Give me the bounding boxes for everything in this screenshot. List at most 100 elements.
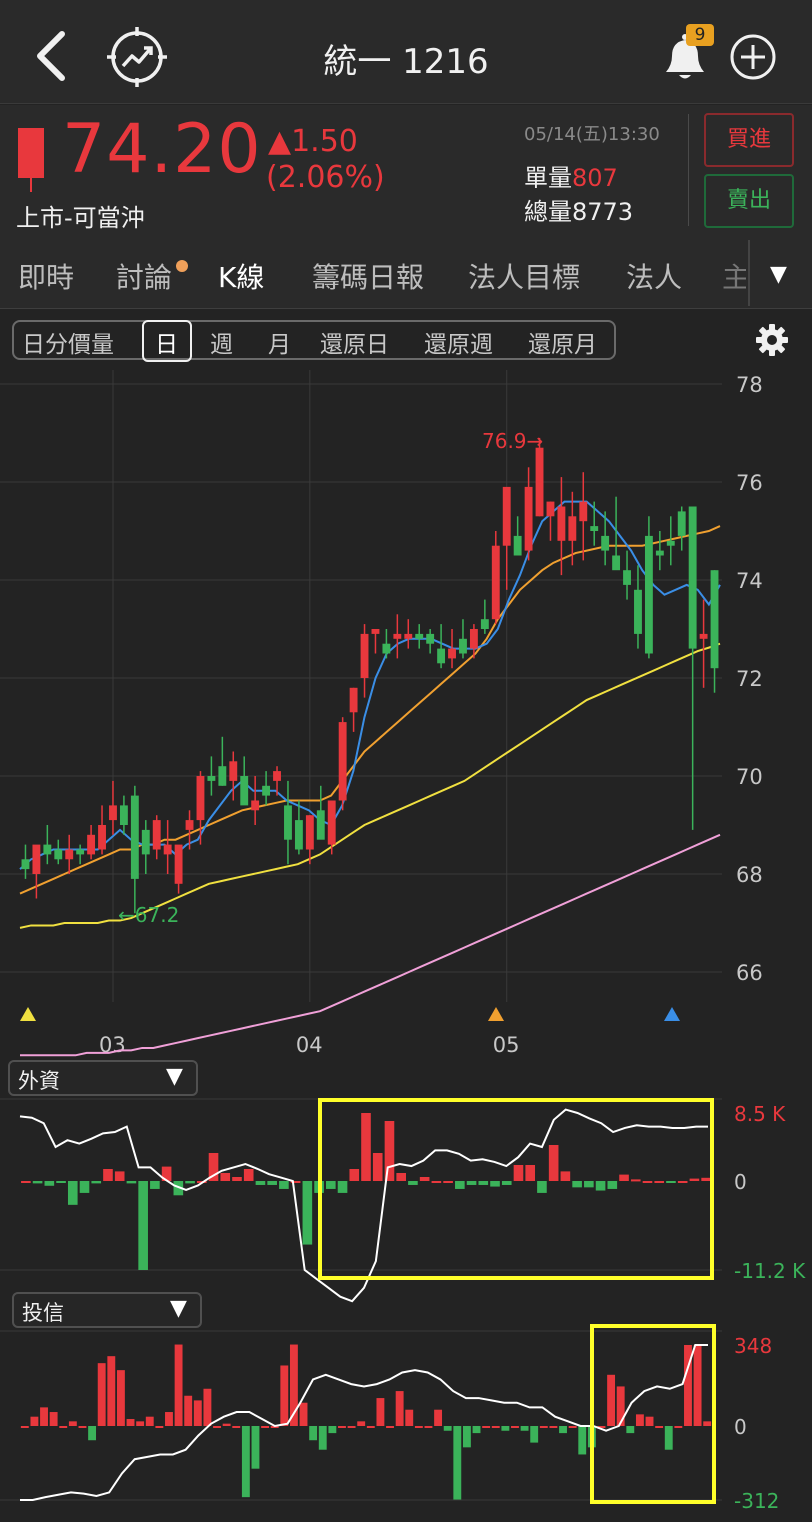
period-day[interactable]: 日 bbox=[155, 325, 178, 359]
quote-divider bbox=[688, 114, 689, 226]
candle bbox=[426, 633, 435, 644]
indicator-selector-2-label: 投信 bbox=[22, 1301, 64, 1325]
indicator-bar bbox=[548, 1145, 559, 1181]
period-adjusted-week[interactable]: 還原週 bbox=[424, 325, 493, 359]
candle bbox=[87, 834, 96, 855]
indicator-bar bbox=[91, 1181, 102, 1184]
tab-discussion[interactable]: 討論 bbox=[116, 256, 172, 296]
indicator-bar bbox=[466, 1181, 477, 1185]
indicator-bar bbox=[490, 1181, 500, 1187]
indicator-bar bbox=[68, 1421, 77, 1426]
candle bbox=[502, 486, 511, 546]
tab-main[interactable]: 主 bbox=[722, 256, 746, 296]
candle bbox=[273, 771, 281, 781]
indicator-bar bbox=[414, 1426, 423, 1428]
x-tick-label: 04 bbox=[296, 1033, 323, 1057]
indicator-bar bbox=[150, 1181, 160, 1189]
tab-institution[interactable]: 法人 bbox=[626, 256, 682, 296]
indicator-bar bbox=[630, 1179, 641, 1182]
indicator-bar bbox=[267, 1181, 277, 1185]
settings-button[interactable] bbox=[754, 322, 790, 362]
indicator-bar bbox=[626, 1426, 635, 1434]
indicator-y-label: 8.5 K bbox=[734, 1102, 786, 1126]
period-adjusted-day[interactable]: 還原日 bbox=[320, 325, 389, 359]
candle bbox=[634, 589, 642, 634]
indicator-bar bbox=[549, 1426, 558, 1428]
candle bbox=[163, 844, 172, 855]
indicator-bar bbox=[384, 1121, 395, 1181]
unread-dot bbox=[176, 260, 188, 272]
indicator-bar bbox=[232, 1426, 241, 1428]
candle bbox=[557, 506, 566, 541]
indicator-y-label: 0 bbox=[734, 1170, 747, 1194]
indicator-bar bbox=[299, 1402, 308, 1426]
candle bbox=[655, 550, 664, 556]
total-volume-label: 總量 bbox=[524, 198, 572, 226]
candle bbox=[185, 820, 194, 830]
indicator-bar bbox=[302, 1181, 313, 1245]
indicator-bar bbox=[280, 1365, 289, 1426]
indicator-bar bbox=[79, 1181, 90, 1193]
indicator-bar bbox=[616, 1386, 625, 1426]
indicator-bar bbox=[491, 1426, 500, 1428]
add-button[interactable] bbox=[728, 32, 778, 82]
candle bbox=[54, 849, 63, 860]
candle bbox=[699, 633, 708, 639]
signal-marker bbox=[664, 1007, 680, 1021]
candle bbox=[623, 570, 631, 585]
indicator-bar bbox=[56, 1181, 66, 1183]
candle bbox=[710, 570, 719, 669]
candle bbox=[437, 648, 446, 664]
candle bbox=[305, 815, 314, 850]
period-month[interactable]: 月 bbox=[268, 325, 291, 359]
tab-chip-daily[interactable]: 籌碼日報 bbox=[312, 256, 424, 296]
candle bbox=[491, 545, 500, 620]
period-adjusted-month[interactable]: 還原月 bbox=[528, 325, 597, 359]
candle bbox=[229, 761, 238, 781]
indicator-bar bbox=[103, 1169, 113, 1181]
sell-button[interactable]: 賣出 bbox=[704, 174, 794, 228]
indicator-bar bbox=[693, 1345, 702, 1426]
single-volume-label: 單量 bbox=[524, 164, 572, 192]
candle bbox=[459, 638, 467, 654]
y-tick-label: 70 bbox=[736, 765, 763, 789]
indicator-bar bbox=[279, 1181, 289, 1189]
indicator-bar bbox=[243, 1169, 254, 1181]
indicator-bar bbox=[88, 1426, 97, 1441]
tab-more-button[interactable]: ▼ bbox=[770, 262, 787, 287]
indicator-bar bbox=[193, 1400, 202, 1426]
indicator-bar bbox=[559, 1426, 567, 1434]
period-week[interactable]: 週 bbox=[210, 325, 233, 359]
kline-chart[interactable]: 7876747270686603 04 0576.9→←67.28.5 K0-11.… bbox=[0, 370, 812, 1520]
indicator-bar bbox=[261, 1426, 270, 1428]
candle bbox=[65, 849, 74, 860]
notification-badge: 9 bbox=[686, 24, 714, 46]
candle bbox=[141, 829, 150, 855]
indicator-bar bbox=[126, 1181, 137, 1184]
candle bbox=[568, 516, 577, 541]
indicator-bar bbox=[455, 1181, 465, 1189]
indicator-bar bbox=[453, 1426, 462, 1500]
indicator-bar bbox=[501, 1181, 512, 1185]
indicator-bar bbox=[677, 1181, 688, 1183]
candle bbox=[109, 805, 117, 821]
candle bbox=[524, 486, 533, 551]
indicator-bar bbox=[655, 1426, 664, 1428]
indicator-bar bbox=[568, 1426, 577, 1428]
buy-button[interactable]: 買進 bbox=[704, 113, 794, 167]
indicator-bar bbox=[21, 1181, 31, 1183]
tab-institution-target[interactable]: 法人目標 bbox=[468, 256, 580, 296]
chevron-down-icon: ▼ bbox=[166, 1064, 183, 1089]
tab-realtime[interactable]: 即時 bbox=[18, 256, 74, 296]
candle bbox=[76, 849, 85, 855]
high-annotation: 76.9→ bbox=[482, 429, 543, 453]
tab-kline[interactable]: K線 bbox=[218, 256, 264, 296]
period-intraday-volume[interactable]: 日分價量 bbox=[22, 325, 114, 359]
single-volume: 單量807 bbox=[524, 158, 618, 193]
y-tick-label: 78 bbox=[736, 373, 763, 397]
indicator-bar bbox=[309, 1426, 318, 1441]
indicator-bar bbox=[232, 1177, 242, 1181]
y-tick-label: 76 bbox=[736, 471, 763, 495]
indicator-bar bbox=[366, 1426, 375, 1428]
indicator-bar bbox=[501, 1426, 510, 1431]
